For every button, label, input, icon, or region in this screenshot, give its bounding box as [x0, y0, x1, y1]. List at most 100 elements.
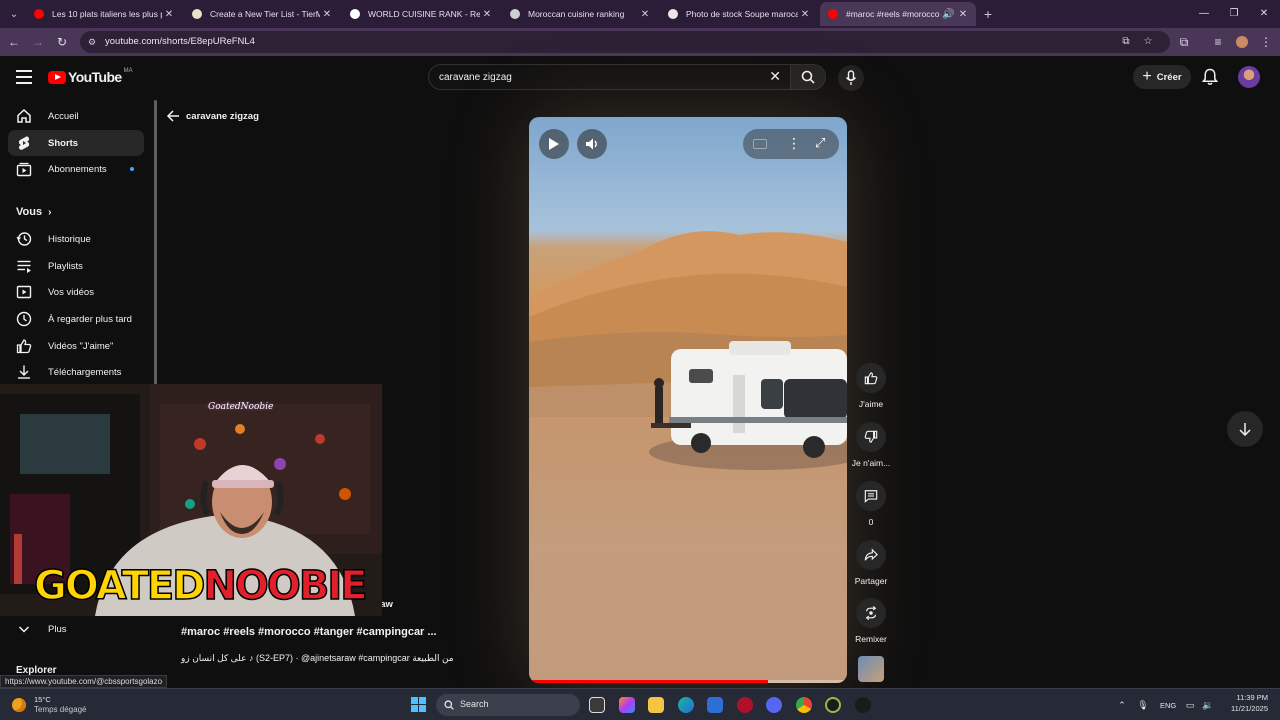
input-language[interactable]: ENG: [1160, 701, 1176, 710]
fullscreen-icon[interactable]: ⤢: [815, 135, 825, 151]
clock-date[interactable]: 11/21/2025: [1220, 704, 1268, 713]
more-options-icon[interactable]: ⋮: [787, 135, 801, 152]
tab-stock-photo[interactable]: Photo de stock Soupe marocaine ✕: [660, 2, 818, 26]
next-short-button[interactable]: [1227, 411, 1263, 447]
search-input[interactable]: [439, 69, 759, 85]
tab-search-chevron-icon[interactable]: ⌄: [6, 6, 22, 22]
back-to-search-link[interactable]: caravane zigzag: [166, 109, 259, 123]
obs-icon[interactable]: [855, 697, 871, 713]
sidebar-you-section[interactable]: Vous ›: [16, 206, 51, 218]
like-button[interactable]: J'aime: [848, 363, 894, 409]
youtube-logo[interactable]: YouTube MA: [48, 68, 133, 86]
sidebar-item-shorts[interactable]: Shorts: [8, 130, 144, 156]
app-red-icon[interactable]: [737, 697, 753, 713]
restore-icon[interactable]: ❐: [1226, 6, 1242, 22]
bookmark-star-icon[interactable]: ☆: [1142, 36, 1154, 48]
store-icon[interactable]: [707, 697, 723, 713]
weather-moon-icon[interactable]: [12, 698, 26, 712]
youtube-header: YouTube MA ✕ + Créer: [0, 56, 1280, 100]
video-progress-bar[interactable]: [529, 680, 847, 683]
streamer-handle: GoatedNoobie: [208, 402, 274, 412]
volume-icon: [586, 138, 597, 150]
comments-button[interactable]: 0: [848, 481, 894, 527]
like-label: J'aime: [858, 399, 884, 409]
task-view-icon[interactable]: [589, 697, 605, 713]
video-frame-desert-camper: [529, 231, 847, 683]
dislike-button[interactable]: Je n'aim...: [848, 422, 894, 468]
tab-tiermaker[interactable]: Create a New Tier List - TierMaker ✕: [184, 2, 340, 26]
short-description[interactable]: على كل انسان زو ♪ (S2-EP7) · @ajinetsara…: [181, 653, 454, 664]
sidebar-item-downloads[interactable]: Téléchargements: [8, 359, 144, 385]
minimize-icon[interactable]: —: [1196, 6, 1212, 22]
sidebar-item-home[interactable]: Accueil: [8, 103, 144, 129]
browser-menu-icon[interactable]: ⋮: [1258, 34, 1274, 50]
comment-icon: [864, 490, 878, 503]
close-tab-icon[interactable]: ✕: [320, 9, 334, 20]
notifications-bell-icon[interactable]: [1202, 68, 1218, 86]
url-text[interactable]: youtube.com/shorts/E8epUReFNL4: [105, 36, 255, 47]
close-tab-icon[interactable]: ✕: [480, 9, 494, 20]
speaker-tray-icon[interactable]: 🔉: [1202, 699, 1214, 711]
short-video-player[interactable]: ⋮ ⤢: [529, 117, 847, 683]
tab-youtube-short[interactable]: #maroc #reels #morocco #tanger 🔊 ✕: [820, 2, 976, 26]
sidebar-item-more[interactable]: Plus: [8, 616, 144, 642]
sidebar-item-watch-later[interactable]: À regarder plus tard: [8, 306, 144, 332]
back-arrow-icon[interactable]: ←: [6, 34, 22, 50]
microphone-tray-icon[interactable]: 🎙: [1137, 699, 1149, 711]
play-button[interactable]: [539, 129, 569, 159]
tab-italian-dishes[interactable]: Les 10 plats italiens les plus populaire…: [26, 2, 182, 26]
reading-list-icon[interactable]: ≡: [1210, 34, 1226, 50]
forward-arrow-icon[interactable]: →: [30, 34, 46, 50]
tab-moroccan-ranking[interactable]: Moroccan cuisine ranking ✕: [502, 2, 658, 26]
address-bar[interactable]: ⚙ youtube.com/shorts/E8epUReFNL4 ⧉ ☆: [80, 31, 1170, 53]
create-button[interactable]: + Créer: [1133, 65, 1191, 89]
file-explorer-icon[interactable]: [648, 697, 664, 713]
reload-icon[interactable]: ↻: [54, 34, 70, 50]
site-info-icon[interactable]: ⚙: [86, 36, 98, 48]
extensions-icon[interactable]: ⧉: [1176, 34, 1192, 50]
sidebar-item-playlists[interactable]: Playlists: [8, 253, 144, 279]
share-button[interactable]: Partager: [848, 540, 894, 586]
tray-chevron-up-icon[interactable]: ⌃: [1116, 699, 1128, 711]
captions-icon[interactable]: [753, 139, 767, 149]
discord-icon[interactable]: [766, 697, 782, 713]
clock-time[interactable]: 11:39 PM: [1226, 693, 1268, 702]
sidebar-item-liked-videos[interactable]: Vidéos "J'aime": [8, 333, 144, 359]
weather-temperature[interactable]: 15°C: [34, 695, 51, 704]
sound-thumbnail[interactable]: [858, 656, 884, 682]
tab-google-search[interactable]: WORLD CUISINE RANK - Recherche Google ✕: [342, 2, 500, 26]
edge-icon[interactable]: [678, 697, 694, 713]
short-title[interactable]: #maroc #reels #morocco #tanger #campingc…: [181, 626, 437, 638]
taskbar-search[interactable]: Search: [436, 694, 580, 716]
sidebar-item-subscriptions[interactable]: Abonnements: [8, 156, 144, 182]
close-tab-icon[interactable]: ✕: [956, 9, 970, 20]
voice-search-button[interactable]: [838, 65, 864, 91]
weather-description[interactable]: Temps dégagé: [34, 705, 86, 714]
search-box[interactable]: ✕: [428, 64, 792, 90]
app-circle-icon[interactable]: [825, 697, 841, 713]
speaker-icon[interactable]: 🔊: [942, 9, 954, 20]
close-tab-icon[interactable]: ✕: [798, 9, 812, 20]
menu-icon[interactable]: [16, 70, 32, 84]
windows-start-icon[interactable]: [411, 697, 427, 713]
remix-button[interactable]: Remixer: [848, 598, 894, 644]
sidebar-scrollbar[interactable]: [154, 100, 157, 390]
remix-label: Remixer: [855, 634, 887, 644]
sidebar-item-label: Vidéos "J'aime": [48, 340, 114, 352]
close-tab-icon[interactable]: ✕: [638, 9, 652, 20]
install-app-icon[interactable]: ⧉: [1120, 36, 1132, 48]
search-button[interactable]: [790, 64, 826, 90]
sidebar-item-your-videos[interactable]: Vos vidéos: [8, 279, 144, 305]
chrome-icon[interactable]: [796, 697, 812, 713]
downloads-icon: [16, 364, 32, 380]
monitor-tray-icon[interactable]: ▭: [1184, 699, 1196, 711]
sidebar-item-history[interactable]: Historique: [8, 226, 144, 252]
close-window-icon[interactable]: ✕: [1256, 6, 1272, 22]
copilot-icon[interactable]: [619, 697, 635, 713]
profile-avatar-icon[interactable]: [1234, 34, 1250, 50]
close-tab-icon[interactable]: ✕: [162, 9, 176, 20]
account-avatar[interactable]: [1238, 66, 1260, 88]
new-tab-icon[interactable]: +: [980, 6, 996, 22]
clear-search-icon[interactable]: ✕: [769, 68, 781, 85]
volume-button[interactable]: [577, 129, 607, 159]
